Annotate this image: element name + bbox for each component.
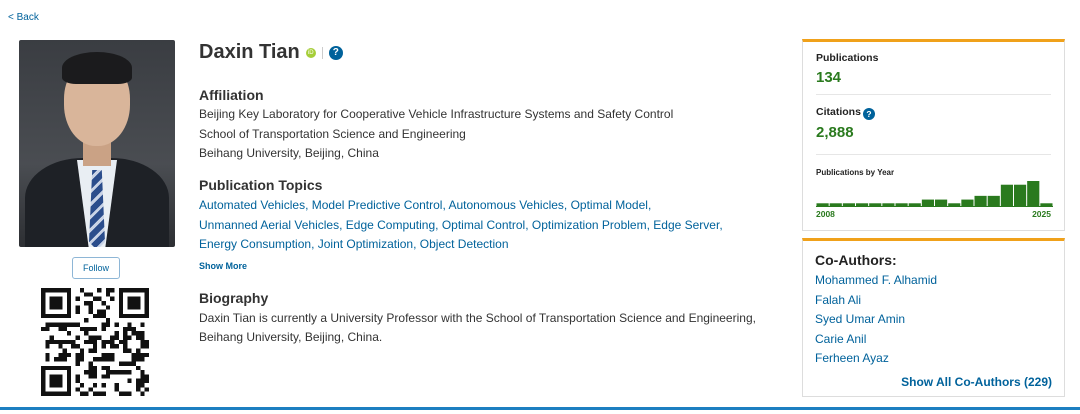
- topic-link[interactable]: Energy Consumption: [199, 237, 311, 251]
- divider: [816, 154, 1051, 155]
- coauthor-link[interactable]: Falah Ali: [815, 293, 861, 307]
- show-all-coauthors-link[interactable]: Show All Co-Authors (229): [901, 375, 1052, 389]
- bar-2010[interactable]: [842, 203, 855, 207]
- topic-link[interactable]: Edge Server: [653, 218, 719, 232]
- publications-by-year-label: Publications by Year: [816, 168, 895, 177]
- metrics-card: Publications 134 Citations? 2,888 Public…: [802, 39, 1065, 231]
- bar-2018[interactable]: [948, 203, 961, 207]
- topic-link[interactable]: Unmanned Aerial Vehicles: [199, 218, 339, 232]
- qr-code: [41, 288, 149, 396]
- topic-link[interactable]: Model Predictive Control: [312, 198, 443, 212]
- orcid-icon[interactable]: iD: [305, 47, 316, 58]
- bar-2025[interactable]: [1040, 203, 1053, 207]
- topics-list: Automated Vehicles, Model Predictive Con…: [199, 198, 723, 251]
- bar-2020[interactable]: [974, 195, 987, 207]
- bar-2012[interactable]: [869, 203, 882, 207]
- topic-link[interactable]: Optimal Control: [442, 218, 525, 232]
- bar-2022[interactable]: [1000, 184, 1013, 207]
- publications-label: Publications: [816, 52, 879, 64]
- profile-header: Daxin Tian iD ?: [199, 41, 343, 64]
- biography-heading: Biography: [199, 290, 269, 306]
- coauthor-link[interactable]: Ferheen Ayaz: [815, 351, 889, 365]
- divider: [816, 94, 1051, 95]
- bar-2017[interactable]: [935, 199, 948, 207]
- bar-2014[interactable]: [895, 203, 908, 207]
- bar-2023[interactable]: [1014, 184, 1027, 207]
- citations-count: 2,888: [816, 124, 854, 141]
- x-end-label: 2025: [1032, 209, 1051, 219]
- bar-2024[interactable]: [1027, 181, 1040, 207]
- bar-2016[interactable]: [921, 199, 934, 207]
- bar-2013[interactable]: [882, 203, 895, 207]
- follow-button[interactable]: Follow: [72, 257, 120, 279]
- coauthor-link[interactable]: Carie Anil: [815, 332, 866, 346]
- coauthors-heading: Co-Authors:: [815, 252, 897, 268]
- coauthors-card: Co-Authors: Mohammed F. Alhamid Falah Al…: [802, 238, 1065, 397]
- affiliation-line: Beihang University, Beijing, China: [199, 146, 379, 160]
- coauthor-link[interactable]: Syed Umar Amin: [815, 312, 905, 326]
- affiliation-line: School of Transportation Science and Eng…: [199, 127, 466, 141]
- bar-2015[interactable]: [908, 203, 921, 207]
- author-name: Daxin Tian: [199, 41, 300, 63]
- topic-link[interactable]: Optimization Problem: [532, 218, 647, 232]
- topic-link[interactable]: Automated Vehicles: [199, 198, 305, 212]
- bar-2021[interactable]: [987, 195, 1000, 207]
- show-more-link[interactable]: Show More: [199, 261, 247, 271]
- topics-heading: Publication Topics: [199, 177, 323, 193]
- affiliation-heading: Affiliation: [199, 87, 264, 103]
- topic-link[interactable]: Autonomous Vehicles: [449, 198, 564, 212]
- citations-label: Citations?: [816, 106, 875, 120]
- x-start-label: 2008: [816, 209, 835, 219]
- topic-link[interactable]: Joint Optimization: [318, 237, 413, 251]
- topic-link[interactable]: Object Detection: [420, 237, 509, 251]
- topic-link[interactable]: Optimal Model: [571, 198, 648, 212]
- help-icon[interactable]: ?: [328, 45, 343, 60]
- publications-count[interactable]: 134: [816, 69, 841, 86]
- coauthor-link[interactable]: Mohammed F. Alhamid: [815, 273, 937, 287]
- back-link[interactable]: < Back: [8, 12, 39, 23]
- publications-by-year-chart: [816, 181, 1053, 207]
- divider: [321, 46, 323, 59]
- bar-2011[interactable]: [856, 203, 869, 207]
- topic-link[interactable]: Edge Computing: [346, 218, 435, 232]
- bar-2008[interactable]: [816, 203, 829, 207]
- bottom-divider: [0, 407, 1080, 410]
- biography-line: Beihang University, Beijing, China.: [199, 330, 383, 344]
- bar-2019[interactable]: [961, 199, 974, 207]
- affiliation-line: Beijing Key Laboratory for Cooperative V…: [199, 107, 674, 121]
- bar-2009[interactable]: [829, 203, 842, 207]
- profile-photo: [19, 40, 175, 247]
- help-icon[interactable]: ?: [862, 108, 875, 120]
- biography-line: Daxin Tian is currently a University Pro…: [199, 311, 756, 325]
